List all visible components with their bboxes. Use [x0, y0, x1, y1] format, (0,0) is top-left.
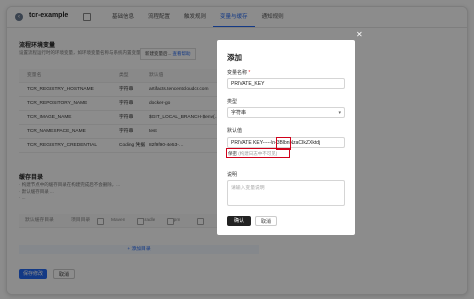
- confirm-button[interactable]: 确认: [227, 216, 251, 226]
- chevron-down-icon: ▾: [338, 110, 341, 116]
- type-label: 类型: [227, 99, 238, 105]
- variable-name-input[interactable]: PRIVATE_KEY: [227, 78, 345, 89]
- dialog-cancel-button[interactable]: 取消: [255, 216, 277, 226]
- close-icon[interactable]: ✕: [356, 30, 363, 39]
- default-value-label: 默认值: [227, 128, 243, 134]
- dialog-title: 添加: [227, 53, 242, 62]
- name-label: 变量名称 *: [227, 69, 250, 76]
- required-mark: *: [248, 70, 251, 76]
- name-label-text: 变量名称: [227, 70, 248, 76]
- highlight-box: [226, 148, 290, 158]
- type-select[interactable]: 字符串 ▾: [227, 107, 345, 118]
- description-label: 说明: [227, 172, 238, 178]
- type-select-value: 字符串: [231, 110, 247, 116]
- description-textarea[interactable]: 请输入变量说明: [227, 180, 345, 206]
